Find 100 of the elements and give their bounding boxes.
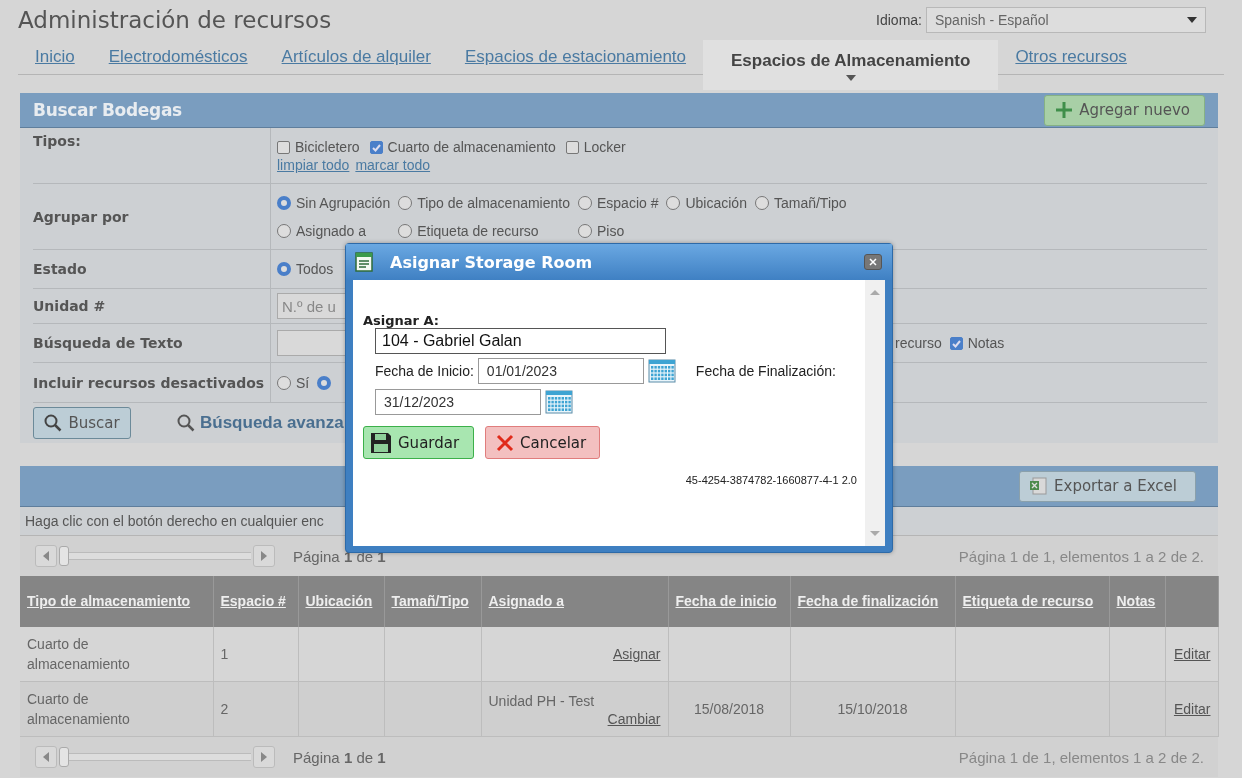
- slider-thumb[interactable]: [59, 546, 69, 566]
- scroll-down-icon[interactable]: [870, 531, 880, 536]
- search-icon: [177, 414, 195, 432]
- radio-button[interactable]: [754, 195, 769, 210]
- end-date-field[interactable]: 31/12/2023: [375, 389, 541, 415]
- next-page-button[interactable]: [253, 746, 275, 768]
- field-label: Unidad #: [33, 298, 106, 314]
- page-title: Administración de recursos: [18, 7, 332, 33]
- language-select[interactable]: Spanish - Español: [926, 7, 1206, 33]
- radio-label: Todos: [296, 261, 334, 277]
- close-icon: [868, 257, 878, 267]
- dropdown-caret-icon: [1187, 17, 1197, 23]
- field-label: Tipos:: [33, 133, 81, 149]
- search-icon: [44, 414, 63, 432]
- hint-text: Haga clic con el botón derecho en cualquier enc: [25, 513, 324, 529]
- assignee-field[interactable]: 104 - Gabriel Galan: [375, 328, 666, 354]
- radio-label: Ubicación: [685, 194, 747, 211]
- end-date-label: Fecha de Finalización:: [695, 363, 836, 379]
- calendar-button[interactable]: [646, 357, 677, 385]
- slider-thumb[interactable]: [59, 747, 69, 767]
- checkbox[interactable]: [949, 336, 963, 350]
- export-excel-button[interactable]: Exportar a Excel: [1019, 470, 1196, 502]
- radio-button[interactable]: [317, 375, 332, 390]
- caret-icon: [845, 75, 856, 81]
- language-label: Idioma:: [876, 12, 922, 28]
- table-cell-text: 2: [220, 700, 230, 719]
- radio-button[interactable]: [277, 195, 291, 210]
- radio-label: Piso: [597, 222, 625, 239]
- checkbox[interactable]: [369, 140, 383, 154]
- table-cell-text: Unidad PH - Test: [488, 692, 596, 711]
- checkbox-label: Notas: [967, 335, 1005, 351]
- checkbox-label: recurso: [895, 335, 942, 351]
- scrollbar[interactable]: [865, 280, 885, 546]
- next-page-button[interactable]: [253, 545, 275, 567]
- plus-icon: [1055, 101, 1074, 119]
- window-icon: [355, 252, 373, 272]
- page-summary: Página 1 de 1, elementos 1 a 2 de 2.: [958, 748, 1204, 766]
- checkbox-label: Bicicletero: [295, 139, 360, 155]
- panel-title: Buscar Bodegas: [33, 100, 182, 120]
- radio-label: Sí: [296, 374, 310, 391]
- text-link[interactable]: marcar todo: [355, 157, 431, 173]
- radio-label: Tipo de almacenamiento: [417, 194, 570, 211]
- tab[interactable]: Inicio: [18, 40, 92, 75]
- radio-label: Asignado a: [296, 222, 367, 239]
- spreadsheet-icon: [1028, 476, 1049, 496]
- tab[interactable]: Electrodomésticos: [91, 40, 265, 75]
- radio-button[interactable]: [398, 195, 413, 210]
- previous-page-button[interactable]: [35, 746, 57, 768]
- tab[interactable]: Artículos de alquiler: [264, 40, 448, 75]
- table-cell-text: 1: [220, 645, 230, 664]
- text-link[interactable]: limpiar todo: [277, 157, 350, 173]
- start-date-label: Fecha de Inicio:: [375, 363, 474, 379]
- table-link[interactable]: Asignar: [613, 646, 661, 662]
- close-button[interactable]: [864, 254, 882, 270]
- field-label: Incluir recursos desactivados: [33, 374, 265, 391]
- field-label: Agrupar por: [33, 208, 129, 225]
- save-button[interactable]: Guardar: [363, 426, 474, 459]
- page-indicator: Página 1 de 1: [293, 748, 386, 766]
- radio-button[interactable]: [666, 195, 681, 210]
- assign-label: Asignar A:: [363, 313, 441, 328]
- calendar-button[interactable]: [544, 388, 574, 416]
- checkbox[interactable]: [277, 140, 290, 154]
- radio-label: Sin Agrupación: [296, 194, 391, 211]
- table-cell-text: Cuarto de almacenamiento: [27, 690, 131, 729]
- field-label: Estado: [33, 261, 87, 277]
- radio-label: Tamañ/Tipo: [773, 194, 847, 211]
- table-cell-text: 15/08/2018: [692, 700, 766, 719]
- checkbox[interactable]: [565, 140, 579, 154]
- checkbox-label: Cuarto de almacenamiento: [387, 139, 556, 155]
- dialog-title: Asignar Storage Room: [390, 252, 594, 272]
- radio-button[interactable]: [578, 195, 592, 210]
- left-arrow-icon: [43, 752, 49, 762]
- close-icon: [496, 433, 514, 452]
- version-code: 45-4254-3874782-1660877-4-1 2.0: [685, 474, 857, 486]
- table-link[interactable]: Cambiar: [607, 711, 661, 727]
- table-cell-text: Cuarto de almacenamiento: [27, 635, 131, 674]
- radio-button[interactable]: [277, 375, 291, 390]
- radio-button[interactable]: [277, 262, 291, 276]
- tab[interactable]: Espacios de Almacenamiento: [703, 40, 999, 90]
- left-arrow-icon: [43, 551, 49, 561]
- previous-page-button[interactable]: [35, 545, 57, 567]
- field-label: Búsqueda de Texto: [33, 335, 183, 351]
- scroll-up-icon[interactable]: [870, 290, 880, 295]
- radio-label: Etiqueta de recurso: [417, 222, 539, 239]
- checkbox-label: Locker: [583, 139, 626, 155]
- page-summary: Página 1 de 1, elementos 1 a 2 de 2.: [958, 547, 1204, 565]
- cancel-button[interactable]: Cancelar: [485, 426, 600, 459]
- table-cell-text: 15/10/2018: [836, 700, 909, 719]
- radio-button[interactable]: [277, 223, 291, 238]
- add-new-button[interactable]: Agregar nuevo: [1044, 94, 1205, 126]
- radio-button[interactable]: [578, 223, 592, 238]
- radio-button[interactable]: [398, 223, 413, 238]
- right-arrow-icon: [261, 752, 267, 762]
- radio-label: Espacio #: [597, 194, 659, 211]
- start-date-field[interactable]: 01/01/2023: [477, 358, 644, 384]
- table-link[interactable]: Editar: [1173, 646, 1211, 662]
- tab[interactable]: Otros recursos: [998, 40, 1144, 75]
- advanced-search-link[interactable]: Búsqueda avanza: [177, 413, 344, 433]
- search-button[interactable]: Buscar: [33, 407, 131, 439]
- right-arrow-icon: [261, 551, 267, 561]
